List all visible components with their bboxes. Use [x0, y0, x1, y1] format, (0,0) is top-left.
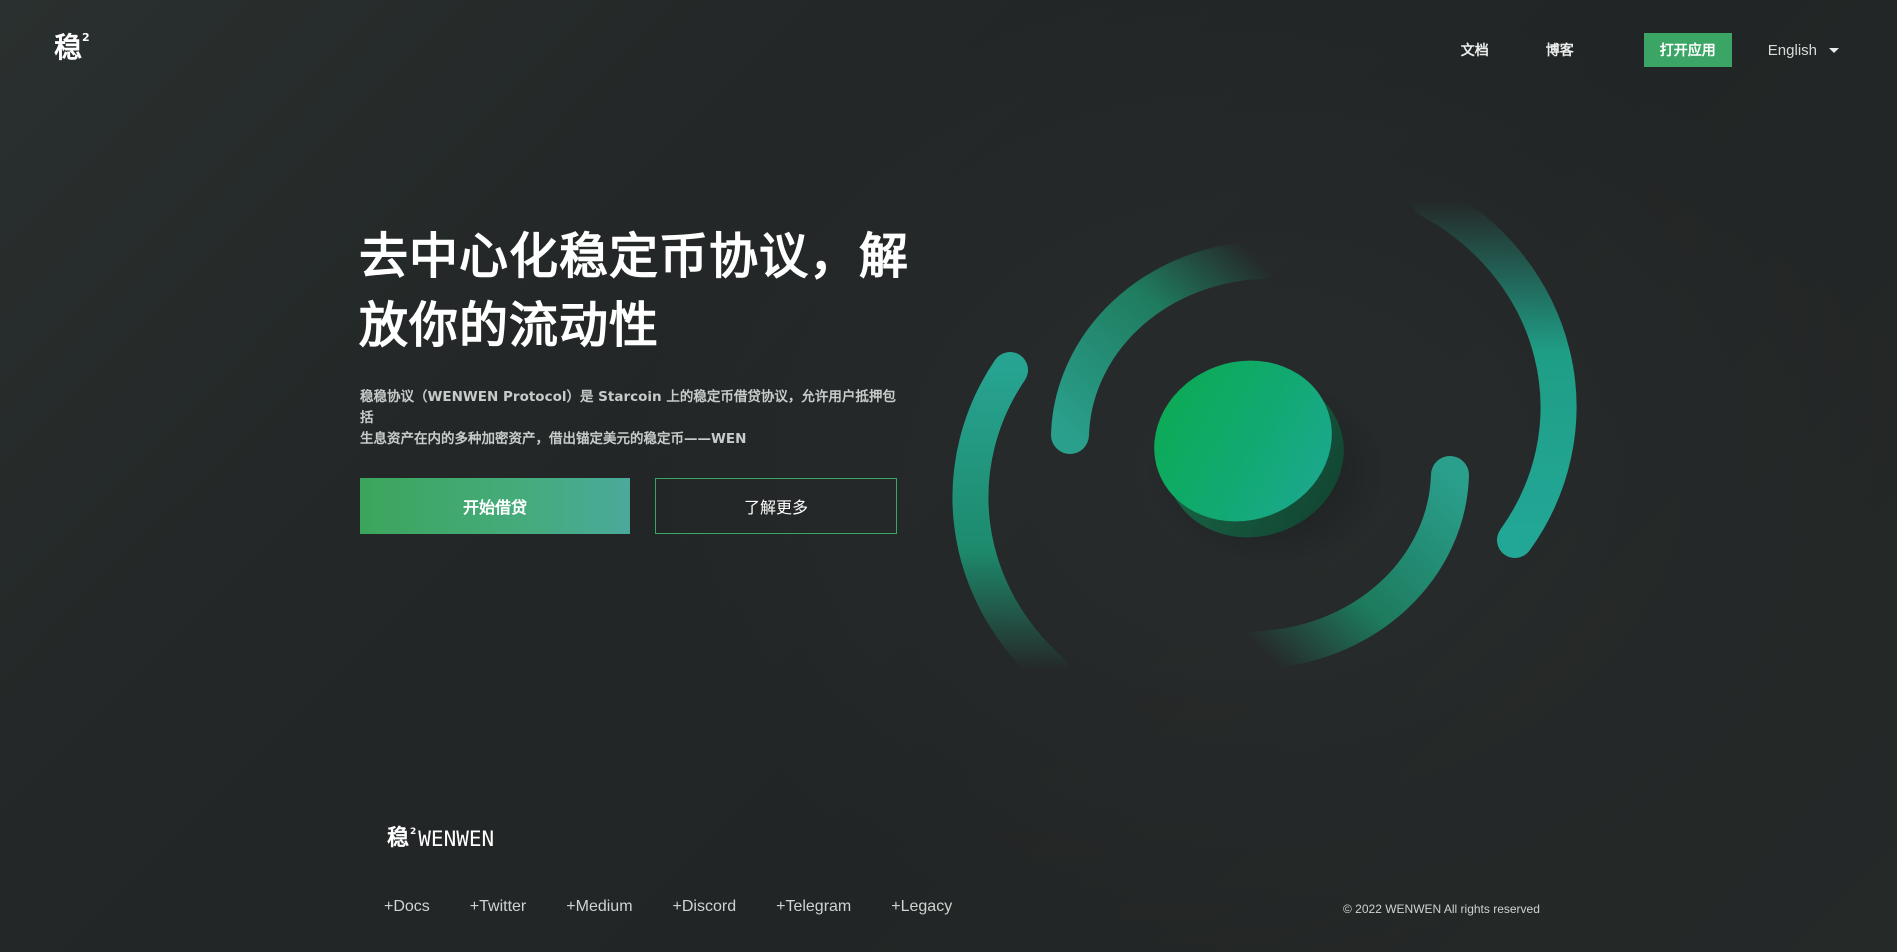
hero-description-line-2: 生息资产在内的多种加密资产，借出锚定美元的稳定币——WEN — [360, 431, 747, 447]
brand-logo-superscript: 2 — [82, 31, 90, 44]
hero-title-line-1: 去中心化稳定币协议，解 — [359, 228, 910, 285]
hero-description: 稳稳协议（WENWEN Protocol）是 Starcoin 上的稳定币借贷协… — [360, 387, 900, 450]
brand-logo-mark: 稳 — [54, 31, 82, 64]
hero-description-line-1: 稳稳协议（WENWEN Protocol）是 Starcoin 上的稳定币借贷协… — [360, 389, 896, 426]
footer-link-docs[interactable]: +Docs — [384, 898, 430, 916]
footer-logo-superscript: 2 — [410, 827, 417, 837]
nav-docs-link[interactable]: 文档 — [1461, 40, 1489, 60]
learn-more-button[interactable]: 了解更多 — [655, 478, 897, 534]
hero-title-line-2: 放你的流动性 — [359, 297, 660, 354]
open-app-button[interactable]: 打开应用 — [1643, 33, 1732, 67]
footer-logo[interactable]: 稳 2 WENWEN — [387, 826, 495, 852]
language-label: English — [1767, 41, 1817, 59]
brand-logo[interactable]: 稳 2 — [54, 32, 90, 64]
language-selector[interactable]: English — [1768, 42, 1839, 59]
copyright-text: © 2022 WENWEN All rights reserved — [1343, 902, 1540, 916]
coin-orbit-graphic — [952, 182, 1577, 688]
start-borrowing-button[interactable]: 开始借贷 — [360, 478, 630, 534]
footer-link-telegram[interactable]: +Telegram — [776, 898, 851, 916]
footer-logo-mark: 稳 — [387, 826, 410, 851]
nav-blog-link[interactable]: 博客 — [1546, 40, 1574, 60]
caret-down-icon — [1829, 47, 1839, 53]
top-nav: 文档 博客 打开应用 English — [1461, 33, 1839, 67]
footer-logo-wordmark: WENWEN — [418, 827, 495, 851]
footer-links: +Docs +Twitter +Medium +Discord +Telegra… — [384, 898, 992, 916]
footer-link-legacy[interactable]: +Legacy — [891, 898, 952, 916]
hero-title: 去中心化稳定币协议，解 放你的流动性 — [359, 222, 919, 360]
footer-link-medium[interactable]: +Medium — [566, 898, 632, 916]
footer-link-twitter[interactable]: +Twitter — [470, 898, 526, 916]
footer-link-discord[interactable]: +Discord — [673, 898, 737, 916]
